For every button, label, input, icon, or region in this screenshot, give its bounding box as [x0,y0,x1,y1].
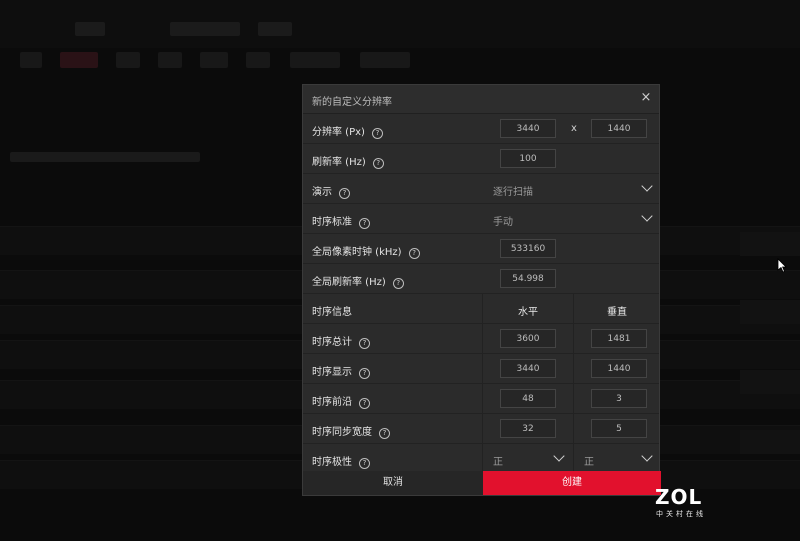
pixel-clock-label: 全局像素时钟 (kHz)? [312,243,420,259]
background-tab [116,52,140,68]
row-resolution: 分辨率 (Px)? x [303,114,659,144]
chevron-down-icon [553,450,565,462]
presentation-select[interactable]: 逐行扫描 [482,174,661,203]
row-timing-standard: 时序标准? 手动 [303,204,659,234]
row-presentation: 演示? 逐行扫描 [303,174,659,204]
polarity-v-select[interactable]: 正 [574,444,661,473]
background-tab [246,52,270,68]
chevron-down-icon [641,210,653,222]
mouse-cursor-icon [777,258,787,273]
row-refresh-rate: 刷新率 (Hz)? [303,144,659,174]
row-sync-width: 时序同步宽度? [303,414,659,444]
refresh-rate-input[interactable] [500,149,556,168]
polarity-h-select[interactable]: 正 [483,444,573,473]
sync-width-label: 时序同步宽度? [312,423,390,439]
row-pixel-clock: 全局像素时钟 (kHz)? [303,234,659,264]
global-refresh-label: 全局刷新率 (Hz)? [312,273,404,289]
vertical-header: 垂直 [607,307,627,318]
timing-standard-select[interactable]: 手动 [482,204,661,233]
background-tab [158,52,182,68]
timing-total-v-input[interactable] [591,329,647,348]
help-icon[interactable]: ? [392,278,404,289]
dialog-header: 新的自定义分辨率 × [303,85,659,114]
polarity-label: 时序极性? [312,453,370,469]
row-global-refresh: 全局刷新率 (Hz)? [303,264,659,294]
timing-info-label: 时序信息 [312,307,352,318]
timing-total-h-input[interactable] [500,329,556,348]
front-porch-label: 时序前沿? [312,393,370,409]
pixel-clock-input[interactable] [500,239,556,258]
global-refresh-input[interactable] [500,269,556,288]
watermark-logo: ZOL [655,485,703,509]
column-divider [573,324,574,353]
resolution-separator: x [571,123,577,134]
background-tab [258,22,292,36]
chevron-down-icon [641,450,653,462]
cancel-button[interactable]: 取消 [303,471,483,495]
refresh-rate-label: 刷新率 (Hz)? [312,153,384,169]
chevron-down-icon [641,180,653,192]
help-icon[interactable]: ? [359,458,370,469]
background-tab [200,52,228,68]
front-porch-h-input[interactable] [500,389,556,408]
help-icon[interactable]: ? [359,398,370,409]
help-icon[interactable]: ? [359,218,370,229]
timing-display-label: 时序显示? [312,363,370,379]
row-polarity: 时序极性? 正 正 [303,444,659,474]
background-tab [290,52,340,68]
polarity-v-value: 正 [584,457,594,468]
presentation-label: 演示? [312,183,350,199]
column-divider [482,384,483,413]
column-divider [573,384,574,413]
background-tab [75,22,105,36]
help-icon[interactable]: ? [379,428,390,439]
help-icon[interactable]: ? [339,188,350,199]
create-button[interactable]: 创建 [483,471,661,495]
front-porch-v-input[interactable] [591,389,647,408]
resolution-width-input[interactable] [500,119,556,138]
timing-standard-label: 时序标准? [312,213,370,229]
background-tab [20,52,42,68]
horizontal-header: 水平 [518,307,538,318]
timing-display-h-input[interactable] [500,359,556,378]
dialog-title: 新的自定义分辨率 [312,97,392,108]
column-divider [573,414,574,443]
background-tab [170,22,240,36]
timing-total-label: 时序总计? [312,333,370,349]
row-timing-info: 时序信息 水平 垂直 [303,294,659,324]
resolution-height-input[interactable] [591,119,647,138]
column-divider [573,294,574,323]
help-icon[interactable]: ? [408,248,420,259]
background-tab-active [60,52,98,68]
help-icon[interactable]: ? [371,128,383,139]
background-toggle [740,232,800,256]
background-toggle [740,430,800,454]
help-icon[interactable]: ? [359,368,370,379]
watermark-subtitle: 中关村在线 [656,510,706,518]
column-divider [482,414,483,443]
column-divider [482,294,483,323]
background-topbar [0,0,800,48]
background-text [10,152,200,162]
column-divider [573,354,574,383]
presentation-value: 逐行扫描 [493,187,533,198]
custom-resolution-dialog: 新的自定义分辨率 × 分辨率 (Px)? x 刷新率 (Hz)? 演示? 逐行扫… [302,84,661,496]
resolution-label: 分辨率 (Px)? [312,123,383,139]
background-toggle [740,300,800,324]
close-button[interactable]: × [639,91,653,105]
help-icon[interactable]: ? [359,338,370,349]
sync-width-v-input[interactable] [591,419,647,438]
column-divider [482,324,483,353]
column-divider [482,354,483,383]
background-toggle [740,370,800,394]
sync-width-h-input[interactable] [500,419,556,438]
timing-standard-value: 手动 [493,217,513,228]
polarity-h-value: 正 [493,457,503,468]
timing-display-v-input[interactable] [591,359,647,378]
row-timing-display: 时序显示? [303,354,659,384]
row-timing-total: 时序总计? [303,324,659,354]
row-front-porch: 时序前沿? [303,384,659,414]
background-tab [360,52,410,68]
help-icon[interactable]: ? [372,158,384,169]
